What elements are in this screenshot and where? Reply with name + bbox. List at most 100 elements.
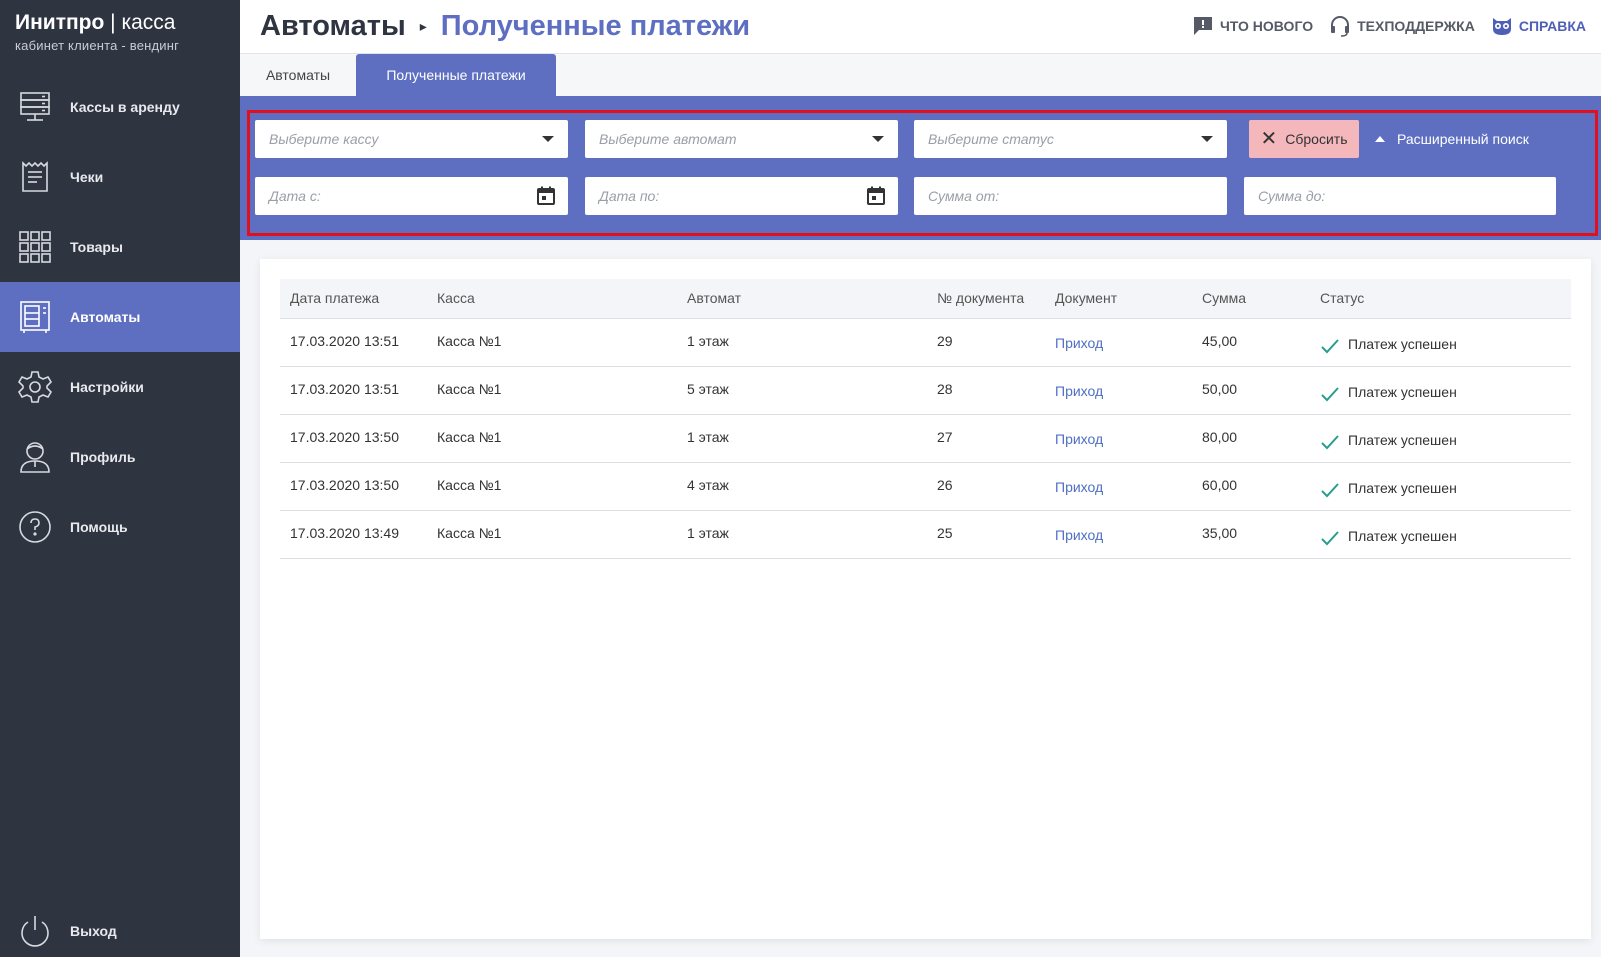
sidebar-item-label: Кассы в аренду bbox=[70, 99, 180, 115]
cell-automat: 5 этаж bbox=[677, 366, 927, 415]
page-header: Автоматы ▸ Полученные платежи Что нового… bbox=[240, 0, 1601, 54]
cell-sum: 35,00 bbox=[1192, 510, 1310, 559]
filter-panel: Выберите кассу Выберите автомат Выберите… bbox=[240, 96, 1601, 240]
date-from-field[interactable]: Дата с: bbox=[255, 177, 568, 215]
page-title: Полученные платежи bbox=[440, 10, 751, 42]
cell-doc-no: 27 bbox=[927, 414, 1045, 463]
top-links: Что нового Техподдержка Справка bbox=[1192, 15, 1586, 37]
breadcrumb-item-avtomaty[interactable]: Автоматы bbox=[260, 10, 406, 43]
status-select[interactable]: Выберите статус bbox=[914, 120, 1227, 158]
help-icon bbox=[17, 509, 53, 545]
cell-doc-no: 29 bbox=[927, 318, 1045, 367]
reset-button[interactable]: ✕ Сбросить bbox=[1249, 120, 1359, 158]
sidebar-item-tovary[interactable]: Товары bbox=[0, 212, 240, 282]
sidebar-item-nastroyki[interactable]: Настройки bbox=[0, 352, 240, 422]
chevron-down-icon bbox=[1201, 136, 1213, 142]
chevron-down-icon bbox=[872, 136, 884, 142]
sidebar-item-label: Товары bbox=[70, 239, 123, 255]
document-link[interactable]: Приход bbox=[1045, 318, 1192, 367]
column-header-sum[interactable]: Сумма bbox=[1192, 279, 1310, 319]
column-header-doc-no[interactable]: № документа bbox=[927, 279, 1045, 319]
user-icon bbox=[17, 439, 53, 475]
sidebar-item-label: Помощь bbox=[70, 519, 128, 535]
kassa-select[interactable]: Выберите кассу bbox=[255, 120, 568, 158]
document-link[interactable]: Приход bbox=[1045, 462, 1192, 511]
logout-label: Выход bbox=[70, 923, 117, 939]
column-header-date[interactable]: Дата платежа bbox=[280, 279, 427, 319]
sidebar-nav: Кассы в аренду Чеки Товары Автоматы Наст… bbox=[0, 72, 240, 562]
whats-new-link[interactable]: Что нового bbox=[1192, 15, 1313, 37]
date-to-field[interactable]: Дата по: bbox=[585, 177, 898, 215]
cell-doc-no: 25 bbox=[927, 510, 1045, 559]
payments-card: Дата платежа Касса Автомат № документа Д… bbox=[260, 259, 1591, 939]
tab-bar: Автоматы Полученные платежи bbox=[240, 54, 1601, 96]
cell-kassa: Касса №1 bbox=[427, 318, 677, 367]
cell-automat: 1 этаж bbox=[677, 318, 927, 367]
check-icon bbox=[1321, 482, 1339, 497]
calendar-icon[interactable] bbox=[866, 186, 886, 206]
cell-date: 17.03.2020 13:50 bbox=[280, 462, 427, 511]
chevron-down-icon bbox=[542, 136, 554, 142]
sidebar-item-cheki[interactable]: Чеки bbox=[0, 142, 240, 212]
power-icon bbox=[17, 913, 53, 949]
tab-avtomaty[interactable]: Автоматы bbox=[240, 54, 356, 96]
cell-doc-no: 28 bbox=[927, 366, 1045, 415]
help-link[interactable]: Справка bbox=[1491, 15, 1586, 37]
logout-section: Выход bbox=[0, 896, 240, 957]
document-link[interactable]: Приход bbox=[1045, 414, 1192, 463]
vending-machine-icon bbox=[17, 299, 53, 335]
table-row: 17.03.2020 13:50 Касса №1 1 этаж 27 Прих… bbox=[280, 414, 1571, 463]
breadcrumb: Автоматы ▸ Полученные платежи bbox=[260, 10, 750, 43]
table-row: 17.03.2020 13:49 Касса №1 1 этаж 25 Прих… bbox=[280, 510, 1571, 559]
sidebar-item-profil[interactable]: Профиль bbox=[0, 422, 240, 492]
cell-doc-no: 26 bbox=[927, 462, 1045, 511]
cell-status: Платеж успешен bbox=[1310, 462, 1571, 511]
sidebar-item-label: Автоматы bbox=[70, 309, 141, 325]
gear-icon bbox=[17, 369, 53, 405]
sidebar-item-label: Чеки bbox=[70, 169, 104, 185]
check-icon bbox=[1321, 338, 1339, 353]
table-row: 17.03.2020 13:51 Касса №1 5 этаж 28 Прих… bbox=[280, 366, 1571, 415]
table-row: 17.03.2020 13:50 Касса №1 4 этаж 26 Прих… bbox=[280, 462, 1571, 511]
chat-alert-icon bbox=[1193, 17, 1212, 35]
sum-to-field[interactable]: Сумма до: bbox=[1244, 177, 1556, 215]
cell-sum: 50,00 bbox=[1192, 366, 1310, 415]
table-row: 17.03.2020 13:51 Касса №1 1 этаж 29 Прих… bbox=[280, 318, 1571, 367]
breadcrumb-separator-icon: ▸ bbox=[419, 18, 427, 34]
support-link[interactable]: Техподдержка bbox=[1329, 15, 1475, 37]
document-link[interactable]: Приход bbox=[1045, 366, 1192, 415]
cell-kassa: Касса №1 bbox=[427, 462, 677, 511]
column-header-kassa[interactable]: Касса bbox=[427, 279, 677, 319]
brand-logo[interactable]: Инитпро | касса кабинет клиента - вендин… bbox=[15, 10, 179, 53]
cell-status: Платеж успешен bbox=[1310, 414, 1571, 463]
sum-from-field[interactable]: Сумма от: bbox=[914, 177, 1227, 215]
sidebar-item-avtomaty[interactable]: Автоматы bbox=[0, 282, 240, 352]
headset-icon bbox=[1331, 16, 1350, 37]
document-link[interactable]: Приход bbox=[1045, 510, 1192, 559]
server-icon bbox=[17, 89, 53, 125]
logout-button[interactable]: Выход bbox=[0, 896, 240, 957]
sidebar-item-pomosch[interactable]: Помощь bbox=[0, 492, 240, 562]
cell-sum: 45,00 bbox=[1192, 318, 1310, 367]
cell-date: 17.03.2020 13:51 bbox=[280, 318, 427, 367]
check-icon bbox=[1321, 530, 1339, 545]
cell-automat: 1 этаж bbox=[677, 510, 927, 559]
check-icon bbox=[1321, 434, 1339, 449]
grid-icon bbox=[17, 229, 53, 265]
cell-status: Платеж успешен bbox=[1310, 366, 1571, 415]
cell-status: Платеж успешен bbox=[1310, 510, 1571, 559]
cell-kassa: Касса №1 bbox=[427, 366, 677, 415]
automat-select[interactable]: Выберите автомат bbox=[585, 120, 898, 158]
column-header-doc[interactable]: Документ bbox=[1045, 279, 1192, 319]
sidebar: Инитпро | касса кабинет клиента - вендин… bbox=[0, 0, 240, 957]
tab-poluchennye-platezhi[interactable]: Полученные платежи bbox=[356, 54, 556, 96]
column-header-status[interactable]: Статус bbox=[1310, 279, 1571, 319]
brand-subtitle: кабинет клиента - вендинг bbox=[15, 38, 180, 53]
column-header-automat[interactable]: Автомат bbox=[677, 279, 927, 319]
calendar-icon[interactable] bbox=[536, 186, 556, 206]
sidebar-item-kassy[interactable]: Кассы в аренду bbox=[0, 72, 240, 142]
advanced-search-toggle[interactable]: Расширенный поиск bbox=[1375, 120, 1529, 158]
owl-icon bbox=[1492, 18, 1511, 35]
sidebar-item-label: Профиль bbox=[70, 449, 136, 465]
brand-title: Инитпро | касса bbox=[15, 11, 176, 34]
